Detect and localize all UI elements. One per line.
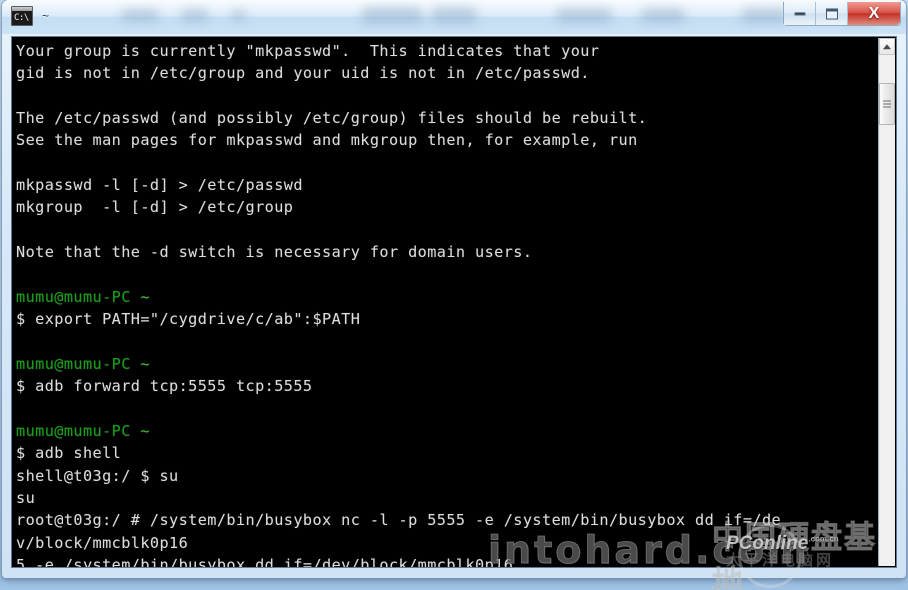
title-obscured-blob	[432, 7, 476, 24]
console-text-run: $ adb forward tcp:5555 tcp:5555	[16, 377, 313, 396]
console-text-run: v/block/mmcblk0p16	[16, 533, 189, 552]
console-text-run: 5 -e /system/bin/busybox dd if=/dev/bloc…	[16, 555, 514, 568]
title-obscured-blob	[642, 8, 684, 23]
console-line: Your group is currently "mkpasswd". This…	[16, 40, 864, 62]
console-line: mumu@mumu-PC ~	[16, 353, 864, 375]
title-obscured-blob	[742, 8, 786, 23]
scroll-thumb[interactable]	[879, 83, 895, 125]
console-line: shell@t03g:/ $ su	[16, 465, 864, 487]
minimize-icon	[794, 12, 805, 15]
console-text-run: mkpasswd -l [-d] > /etc/passwd	[16, 176, 303, 195]
console-line: mkpasswd -l [-d] > /etc/passwd	[16, 174, 864, 196]
maximize-icon	[825, 8, 838, 19]
console-text-run: mumu@mumu-PC	[16, 354, 141, 373]
console-line: mumu@mumu-PC ~	[16, 286, 864, 308]
console-text-run: mumu@mumu-PC	[16, 421, 141, 440]
console-text-run: su	[16, 488, 36, 507]
title-obscured-blob	[557, 8, 611, 23]
icon-titlebar-strip	[12, 7, 32, 11]
console-text-run: mkgroup -l [-d] > /etc/group	[16, 198, 294, 217]
console-text-run: shell@t03g:/ $ su	[16, 466, 179, 485]
console-scrollbar[interactable]	[878, 38, 895, 566]
console-text-run: Your group is currently "mkpasswd". This…	[16, 42, 600, 60]
console-text-run: ~	[140, 354, 150, 373]
title-obscured-blob	[362, 7, 422, 24]
close-button[interactable]: X	[848, 2, 900, 25]
title-obscured-blob	[122, 9, 158, 22]
console-text-run: mumu@mumu-PC	[16, 287, 141, 306]
title-obscured-blob	[232, 10, 246, 21]
console-line: mumu@mumu-PC ~	[16, 420, 864, 442]
console-line: $ adb forward tcp:5555 tcp:5555	[16, 375, 864, 397]
window-titlebar[interactable]: C:\ ~ X	[2, 0, 906, 34]
console-text-run: ~	[140, 421, 150, 440]
console-line: v/block/mmcblk0p16	[16, 532, 864, 554]
triangle-up-icon	[883, 43, 891, 49]
console-line: root@t03g:/ # /system/bin/busybox nc -l …	[16, 509, 864, 531]
console-line: The /etc/passwd (and possibly /etc/group…	[16, 107, 864, 129]
console-line: See the man pages for mkpasswd and mkgro…	[16, 129, 864, 151]
console-text-run: The /etc/passwd (and possibly /etc/group…	[16, 109, 648, 128]
console-line: Note that the -d switch is necessary for…	[16, 241, 864, 263]
window-title: ~	[42, 9, 50, 23]
grip-lines-icon	[883, 100, 891, 108]
console-line: mkgroup -l [-d] > /etc/group	[16, 196, 864, 218]
console-line: 5 -e /system/bin/busybox dd if=/dev/bloc…	[16, 554, 864, 568]
title-obscured-blob	[182, 9, 208, 22]
console-line: su	[16, 487, 864, 509]
console-window: C:\ ~ X Your group is currently "mkpassw…	[2, 0, 906, 578]
console-text-run: $ export PATH="/cygdrive/c/ab":$PATH	[16, 310, 361, 329]
close-icon: X	[868, 4, 880, 22]
caption-button-group: X	[783, 2, 901, 26]
console-line: $ export PATH="/cygdrive/c/ab":$PATH	[16, 308, 864, 330]
console-text-run: gid is not in /etc/group and your uid is…	[16, 64, 590, 83]
console-text-run: $ adb shell	[16, 444, 122, 463]
cmd-console-icon[interactable]: C:\	[11, 6, 33, 26]
desktop-background: C:\ ~ X Your group is currently "mkpassw…	[0, 0, 908, 590]
console-line: gid is not in /etc/group and your uid is…	[16, 62, 864, 84]
console-client-area[interactable]: Your group is currently "mkpasswd". This…	[11, 36, 897, 568]
console-line: $ adb shell	[16, 442, 864, 464]
minimize-button[interactable]	[784, 2, 816, 25]
scroll-up-arrow[interactable]	[879, 38, 895, 55]
icon-prompt-glyph: C:\	[14, 13, 29, 23]
console-text-run: See the man pages for mkpasswd and mkgro…	[16, 131, 638, 150]
console-text-run: Note that the -d switch is necessary for…	[16, 243, 533, 262]
console-text-run: ~	[140, 287, 150, 306]
console-output: Your group is currently "mkpasswd". This…	[16, 40, 864, 568]
console-text-run: root@t03g:/ # /system/bin/busybox nc -l …	[16, 511, 782, 530]
maximize-button[interactable]	[816, 2, 848, 25]
